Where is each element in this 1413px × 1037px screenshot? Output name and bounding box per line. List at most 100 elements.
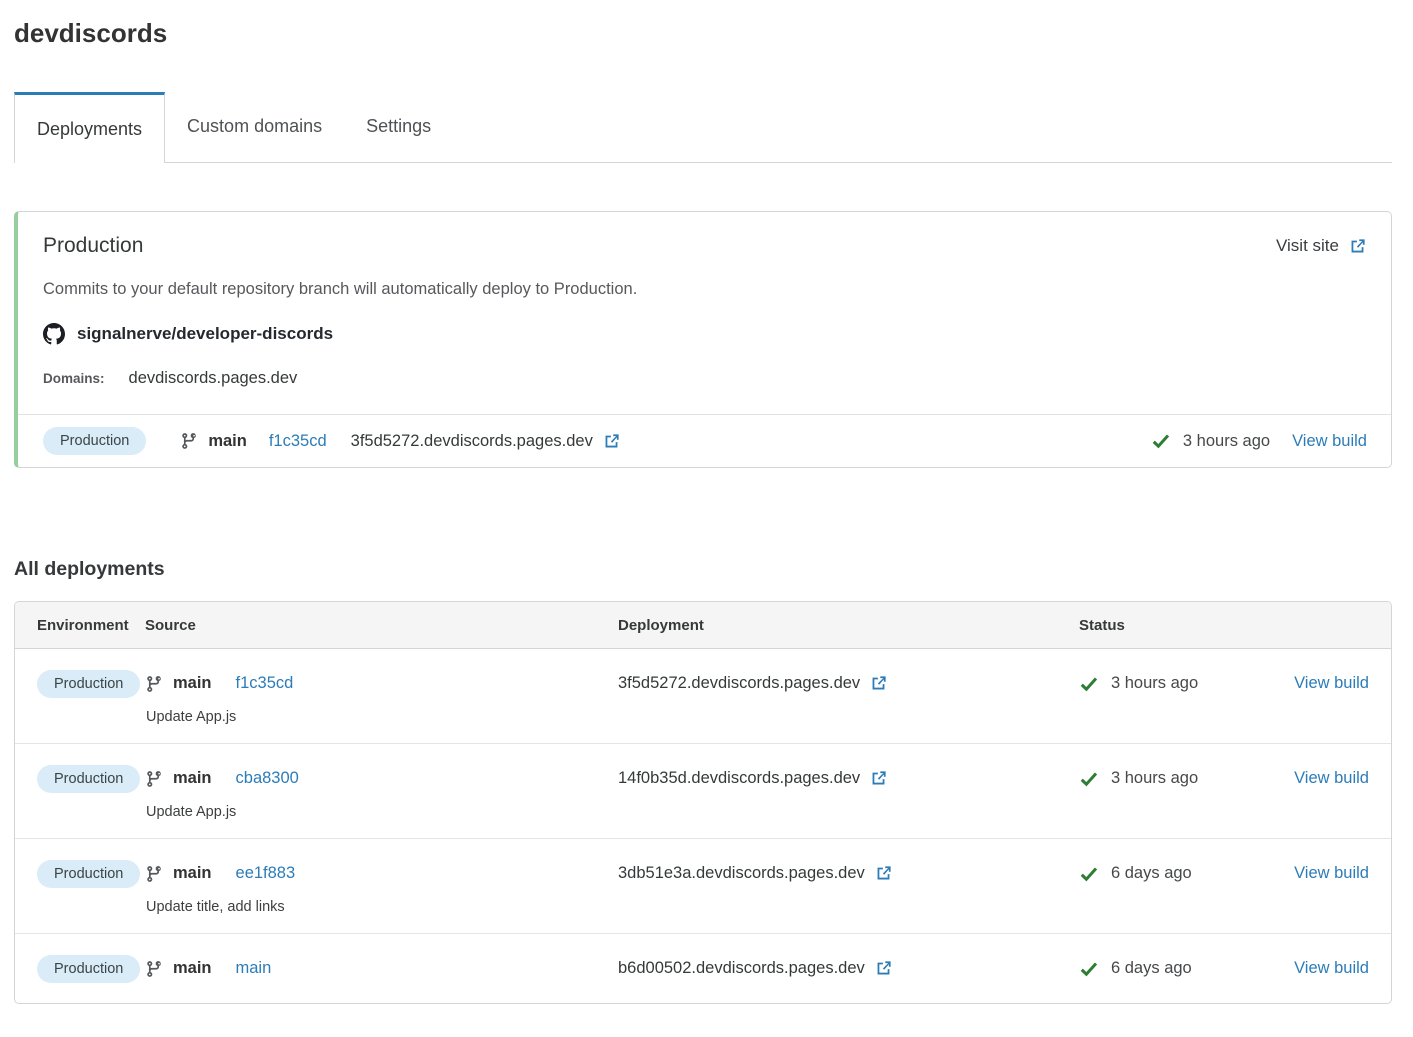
- status-time: 3 hours ago: [1183, 432, 1270, 451]
- source-group: main main: [145, 952, 618, 985]
- domains-label: Domains:: [43, 371, 105, 386]
- all-deployments-heading: All deployments: [14, 558, 1392, 581]
- environment-badge: Production: [43, 427, 146, 455]
- production-deployment-info: Production main f1c35cd 3f5d5272.devdisc…: [43, 427, 621, 455]
- git-branch-icon: [145, 960, 163, 978]
- page-title: devdiscords: [14, 18, 1392, 49]
- view-build-link[interactable]: View build: [1294, 959, 1369, 978]
- success-check-icon: [1079, 864, 1099, 884]
- view-build-link[interactable]: View build: [1294, 674, 1369, 693]
- production-deployment-row: Production main f1c35cd 3f5d5272.devdisc…: [18, 414, 1391, 467]
- visit-site-link[interactable]: Visit site: [1276, 236, 1367, 256]
- deployment-cell: 3f5d5272.devdiscords.pages.dev: [618, 667, 1079, 700]
- status-cell: 3 hours ago: [1079, 762, 1294, 795]
- external-link-icon: [1348, 237, 1367, 256]
- source-group: main f1c35cd: [145, 667, 618, 700]
- deployment-url: 3f5d5272.devdiscords.pages.dev: [351, 432, 593, 451]
- success-check-icon: [1079, 769, 1099, 789]
- deployment-url: 3f5d5272.devdiscords.pages.dev: [618, 674, 860, 693]
- domains-row: Domains: devdiscords.pages.dev: [43, 369, 1367, 388]
- visit-site-label: Visit site: [1276, 236, 1339, 256]
- branch-name: main: [208, 432, 247, 451]
- external-link-icon[interactable]: [869, 769, 888, 788]
- tab-deployments[interactable]: Deployments: [14, 92, 165, 163]
- git-branch-icon: [145, 865, 163, 883]
- column-header-deployment: Deployment: [618, 617, 1079, 634]
- status-group: 3 hours ago: [1151, 431, 1270, 451]
- environment-cell: Production: [37, 857, 145, 890]
- external-link-icon[interactable]: [874, 959, 893, 978]
- repository-name[interactable]: signalnerve/developer-discords: [77, 324, 333, 344]
- status-time: 6 days ago: [1111, 959, 1192, 978]
- view-build-link[interactable]: View build: [1294, 864, 1369, 883]
- column-header-status: Status: [1079, 617, 1369, 634]
- deployment-url: b6d00502.devdiscords.pages.dev: [618, 959, 865, 978]
- success-check-icon: [1079, 959, 1099, 979]
- commit-link[interactable]: main: [236, 959, 272, 978]
- source-cell: main f1c35cd Update App.js: [145, 667, 618, 725]
- status-cell: 6 days ago: [1079, 857, 1294, 890]
- source-group: main cba8300: [145, 762, 618, 795]
- github-icon: [43, 323, 65, 345]
- deployment-url-group: 3f5d5272.devdiscords.pages.dev: [351, 432, 621, 451]
- environment-cell: Production: [37, 952, 145, 985]
- tab-custom-domains-label: Custom domains: [187, 116, 322, 137]
- source-cell: main main: [145, 952, 618, 985]
- commit-link[interactable]: ee1f883: [236, 864, 296, 883]
- view-build-link[interactable]: View build: [1292, 432, 1367, 451]
- pages-project-page: devdiscords Deployments Custom domains S…: [0, 0, 1413, 1014]
- environment-cell: Production: [37, 762, 145, 795]
- action-cell: View build: [1294, 952, 1369, 985]
- production-deployment-status: 3 hours ago View build: [1151, 431, 1367, 451]
- column-header-source: Source: [145, 617, 618, 634]
- deployment-cell: b6d00502.devdiscords.pages.dev: [618, 952, 1079, 985]
- environment-badge: Production: [37, 860, 140, 888]
- status-cell: 3 hours ago: [1079, 667, 1294, 700]
- external-link-icon[interactable]: [874, 864, 893, 883]
- deployments-table: Environment Source Deployment Status Pro…: [14, 601, 1392, 1004]
- status-time: 6 days ago: [1111, 864, 1192, 883]
- external-link-icon[interactable]: [869, 674, 888, 693]
- production-description: Commits to your default repository branc…: [43, 280, 1367, 299]
- commit-link[interactable]: cba8300: [236, 769, 299, 788]
- production-card-title: Production: [43, 234, 143, 258]
- table-row: Production main cba8300 Update App.js 14…: [15, 744, 1391, 839]
- table-row: Production main main b6d00502.devdiscord…: [15, 934, 1391, 1003]
- git-branch-icon: [145, 770, 163, 788]
- status-time: 3 hours ago: [1111, 674, 1198, 693]
- tab-custom-domains[interactable]: Custom domains: [165, 91, 344, 162]
- commit-message: Update title, add links: [146, 899, 618, 915]
- external-link-icon[interactable]: [602, 432, 621, 451]
- branch-name: main: [173, 674, 212, 693]
- deployment-url: 14f0b35d.devdiscords.pages.dev: [618, 769, 860, 788]
- deployment-cell: 3db51e3a.devdiscords.pages.dev: [618, 857, 1079, 890]
- success-check-icon: [1151, 431, 1171, 451]
- branch-name: main: [173, 769, 212, 788]
- tab-settings[interactable]: Settings: [344, 91, 453, 162]
- table-row: Production main ee1f883 Update title, ad…: [15, 839, 1391, 934]
- tab-bar: Deployments Custom domains Settings: [14, 91, 1392, 163]
- deployment-cell: 14f0b35d.devdiscords.pages.dev: [618, 762, 1079, 795]
- production-card-body: Production Visit site Commits to your de…: [18, 212, 1391, 414]
- environment-cell: Production: [37, 667, 145, 700]
- source-cell: main cba8300 Update App.js: [145, 762, 618, 820]
- source-group: main f1c35cd: [180, 432, 326, 451]
- repository-row: signalnerve/developer-discords: [43, 323, 1367, 345]
- table-row: Production main f1c35cd Update App.js 3f…: [15, 649, 1391, 744]
- status-cell: 6 days ago: [1079, 952, 1294, 985]
- tab-deployments-label: Deployments: [37, 119, 142, 140]
- commit-link[interactable]: f1c35cd: [236, 674, 294, 693]
- tab-settings-label: Settings: [366, 116, 431, 137]
- production-card-header: Production Visit site: [43, 234, 1367, 258]
- domains-value: devdiscords.pages.dev: [129, 369, 298, 388]
- commit-link[interactable]: f1c35cd: [269, 432, 327, 451]
- success-check-icon: [1079, 674, 1099, 694]
- action-cell: View build: [1294, 857, 1369, 890]
- deployment-url: 3db51e3a.devdiscords.pages.dev: [618, 864, 865, 883]
- view-build-link[interactable]: View build: [1294, 769, 1369, 788]
- branch-name: main: [173, 864, 212, 883]
- environment-badge: Production: [37, 955, 140, 983]
- source-cell: main ee1f883 Update title, add links: [145, 857, 618, 915]
- environment-badge: Production: [37, 670, 140, 698]
- branch-name: main: [173, 959, 212, 978]
